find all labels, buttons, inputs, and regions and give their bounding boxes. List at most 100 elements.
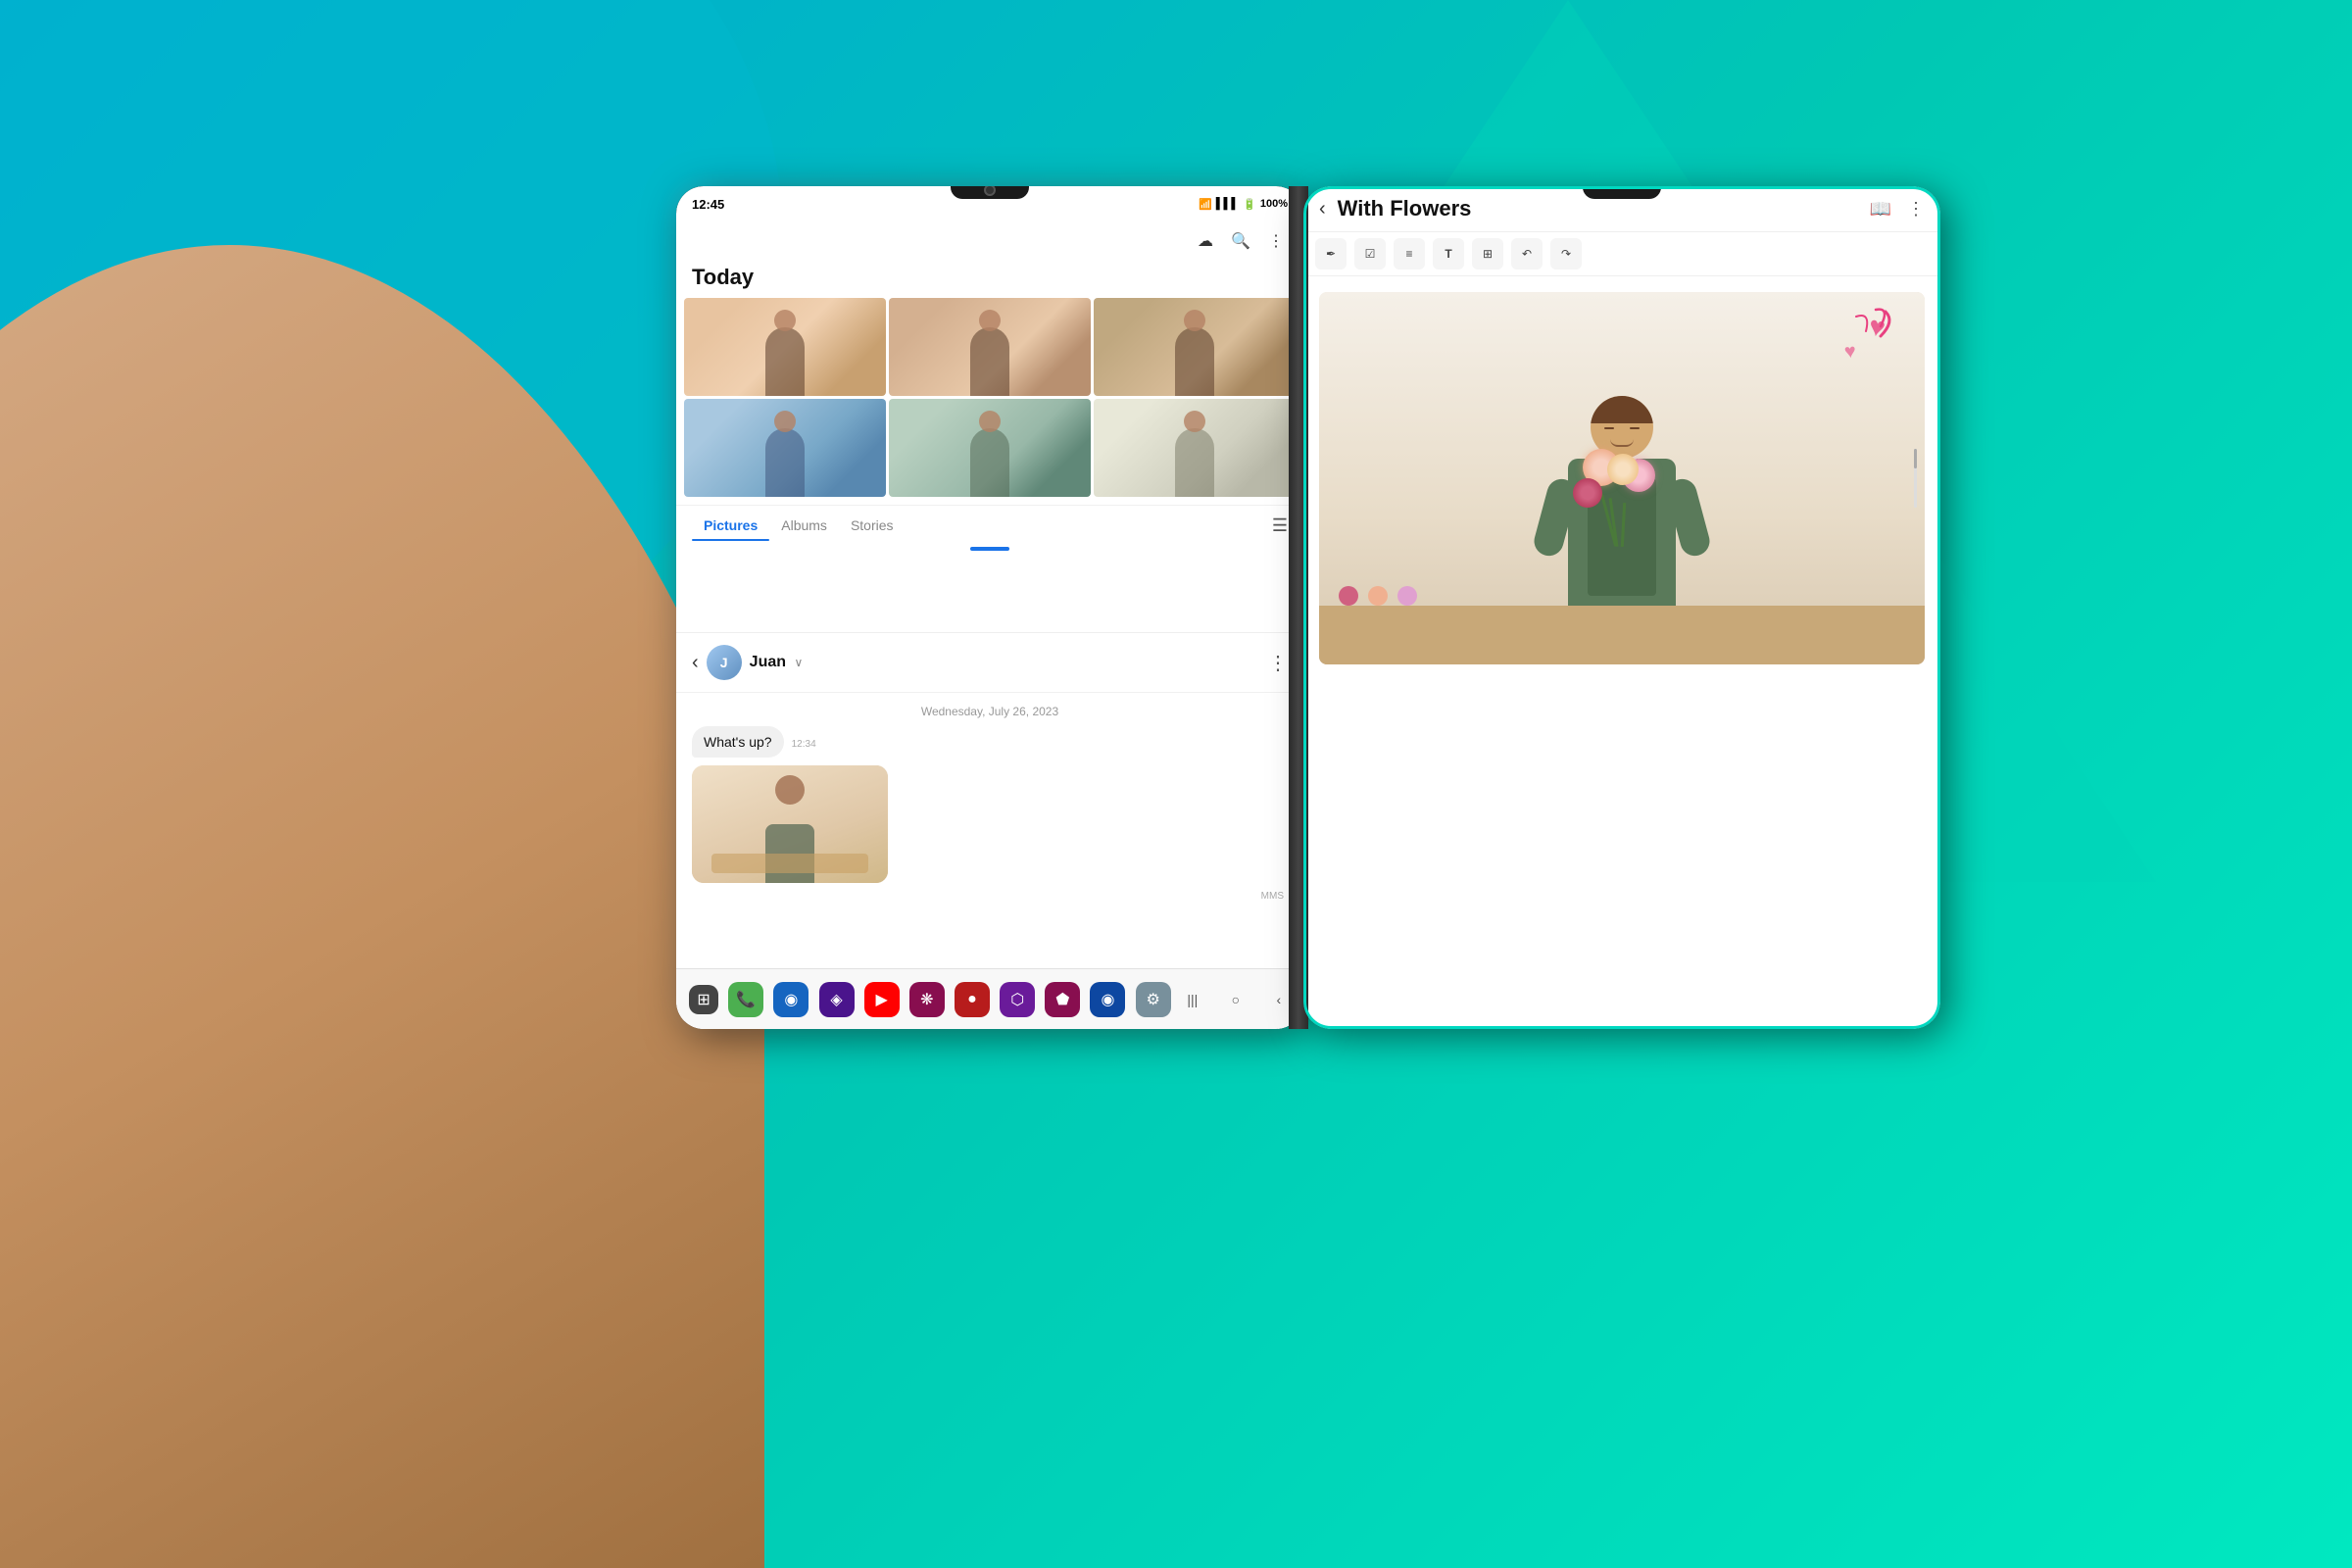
nav-app1[interactable]: ❋ bbox=[909, 982, 945, 1017]
messages-date: Wednesday, July 26, 2023 bbox=[676, 705, 1303, 718]
photo-person bbox=[1175, 428, 1214, 497]
cloud-upload-icon[interactable]: ☁ bbox=[1194, 229, 1217, 253]
messages-more-icon[interactable]: ⋮ bbox=[1268, 651, 1288, 675]
table-tool-button[interactable]: ⊞ bbox=[1472, 238, 1503, 270]
contact-avatar: J bbox=[707, 645, 742, 680]
camera-lens bbox=[984, 186, 996, 196]
redo-button[interactable]: ↷ bbox=[1550, 238, 1582, 270]
message-time: 12:34 bbox=[792, 739, 816, 750]
photo-cell[interactable] bbox=[889, 399, 1091, 497]
nav-youtube-app[interactable]: ▶ bbox=[864, 982, 900, 1017]
nav-phone-app[interactable]: 📞 bbox=[728, 982, 763, 1017]
messages-header: ‹ J Juan ∨ ⋮ bbox=[676, 633, 1303, 693]
signal-icon: ▌▌▌ bbox=[1216, 198, 1239, 210]
note-scroll-thumb bbox=[1914, 449, 1917, 468]
note-title: With Flowers bbox=[1338, 196, 1870, 221]
gallery-tabs: Pictures Albums Stories ☰ bbox=[676, 505, 1303, 541]
note-back-button[interactable]: ‹ bbox=[1319, 198, 1326, 220]
phone-hinge bbox=[1289, 186, 1308, 1029]
tab-albums[interactable]: Albums bbox=[769, 514, 839, 537]
photo-person bbox=[765, 327, 805, 396]
scroll-indicator bbox=[970, 547, 1009, 551]
smile bbox=[1610, 439, 1634, 447]
photo-person bbox=[970, 327, 1009, 396]
photo-cell[interactable] bbox=[1094, 399, 1296, 497]
note-more-icon[interactable]: ⋮ bbox=[1907, 199, 1925, 220]
back-button[interactable]: ‹ bbox=[1267, 988, 1291, 1011]
status-icons: 📶 ▌▌▌ 🔋 100% bbox=[1199, 198, 1288, 211]
today-label: Today bbox=[676, 261, 1303, 298]
flower-peach-2 bbox=[1607, 454, 1639, 485]
mms-label: MMS bbox=[676, 891, 1303, 902]
battery-pct: 100% bbox=[1260, 198, 1288, 210]
bottom-navigation: ⊞ 📞 ◉ ◈ ▶ ❋ ● ⬡ ⬟ ◉ ⚙ ||| ○ ‹ bbox=[676, 968, 1303, 1029]
nav-app4[interactable]: ⬟ bbox=[1045, 982, 1080, 1017]
florist-hair bbox=[1591, 396, 1653, 423]
nav-app3[interactable]: ⬡ bbox=[1000, 982, 1035, 1017]
note-toolbar: ✒ ☑ ≡ T ⊞ ↶ ↷ bbox=[1303, 232, 1940, 276]
message-image-bubble[interactable] bbox=[692, 765, 888, 883]
foldable-phone-device: 12:45 📶 ▌▌▌ 🔋 100% ☁ 🔍 ⋮ Today bbox=[333, 88, 1303, 951]
table-flowers bbox=[1339, 586, 1417, 606]
note-header-icons: 📖 ⋮ bbox=[1870, 199, 1925, 220]
home-button[interactable]: ○ bbox=[1224, 988, 1248, 1011]
wifi-icon: 📶 bbox=[1199, 198, 1212, 211]
right-phone-panel: ‹ With Flowers 📖 ⋮ ✒ ☑ ≡ T ⊞ ↶ ↷ bbox=[1303, 186, 1940, 1029]
photo-cell[interactable] bbox=[889, 298, 1091, 396]
nav-app5[interactable]: ◉ bbox=[1090, 982, 1125, 1017]
tab-stories[interactable]: Stories bbox=[839, 514, 906, 537]
photo-cell[interactable] bbox=[1094, 298, 1296, 396]
list-tool-button[interactable]: ≡ bbox=[1394, 238, 1425, 270]
stem2 bbox=[1621, 503, 1626, 547]
more-menu-icon[interactable]: ⋮ bbox=[1264, 229, 1288, 253]
nav-browser-app[interactable]: ◉ bbox=[773, 982, 808, 1017]
photo-cell[interactable] bbox=[684, 399, 886, 497]
pen-tool-button[interactable]: ✒ bbox=[1315, 238, 1347, 270]
contact-name: Juan bbox=[750, 654, 786, 670]
right-camera-hump bbox=[1583, 186, 1661, 199]
gallery-section: ☁ 🔍 ⋮ Today bbox=[676, 221, 1303, 633]
check-tool-button[interactable]: ☑ bbox=[1354, 238, 1386, 270]
photo-cell[interactable] bbox=[684, 298, 886, 396]
recent-apps-button[interactable]: ||| bbox=[1181, 988, 1204, 1011]
contact-chevron[interactable]: ∨ bbox=[794, 656, 803, 669]
flower-dark-pink bbox=[1573, 478, 1602, 508]
photo-person bbox=[970, 428, 1009, 497]
note-scroll-indicator bbox=[1914, 449, 1917, 508]
note-text-area[interactable] bbox=[1319, 672, 1925, 711]
nav-app2[interactable]: ● bbox=[955, 982, 990, 1017]
nav-settings-app[interactable]: ⚙ bbox=[1136, 982, 1171, 1017]
contact-name-container: Juan ∨ bbox=[750, 654, 804, 671]
nav-samsung-app[interactable]: ◈ bbox=[819, 982, 855, 1017]
tab-pictures[interactable]: Pictures bbox=[692, 514, 769, 537]
left-phone-panel: 12:45 📶 ▌▌▌ 🔋 100% ☁ 🔍 ⋮ Today bbox=[676, 186, 1303, 1029]
gallery-menu-icon[interactable]: ☰ bbox=[1272, 515, 1288, 536]
eye-left bbox=[1604, 427, 1614, 429]
note-image: ♥ ♥ bbox=[1319, 292, 1925, 664]
message-row: What's up? 12:34 bbox=[692, 726, 1288, 758]
battery-icon: 🔋 bbox=[1243, 198, 1256, 211]
photo-person bbox=[1175, 327, 1214, 396]
message-list: What's up? 12:34 bbox=[676, 726, 1303, 758]
pen-strokes bbox=[1827, 302, 1905, 380]
message-bubble: What's up? bbox=[692, 726, 784, 758]
search-icon[interactable]: 🔍 bbox=[1229, 229, 1252, 253]
photo-person bbox=[765, 428, 805, 497]
nav-app-icon[interactable]: ⊞ bbox=[689, 985, 718, 1014]
florist-table bbox=[1319, 606, 1925, 664]
table-flower-1 bbox=[1339, 586, 1358, 606]
note-content: ♥ ♥ bbox=[1303, 276, 1940, 1029]
undo-button[interactable]: ↶ bbox=[1511, 238, 1543, 270]
flower-bouquet bbox=[1553, 449, 1690, 547]
system-nav-buttons: ||| ○ ‹ bbox=[1181, 988, 1291, 1011]
table-flower-3 bbox=[1397, 586, 1417, 606]
text-tool-button[interactable]: T bbox=[1433, 238, 1464, 270]
book-icon[interactable]: 📖 bbox=[1870, 199, 1891, 220]
table-area bbox=[711, 854, 868, 873]
message-image-person bbox=[775, 775, 805, 805]
camera-hump bbox=[951, 186, 1029, 199]
photo-grid bbox=[676, 298, 1303, 497]
messages-back-button[interactable]: ‹ bbox=[692, 652, 699, 674]
left-panel-content: 12:45 📶 ▌▌▌ 🔋 100% ☁ 🔍 ⋮ Today bbox=[676, 186, 1303, 1029]
gallery-toolbar: ☁ 🔍 ⋮ bbox=[676, 221, 1303, 261]
